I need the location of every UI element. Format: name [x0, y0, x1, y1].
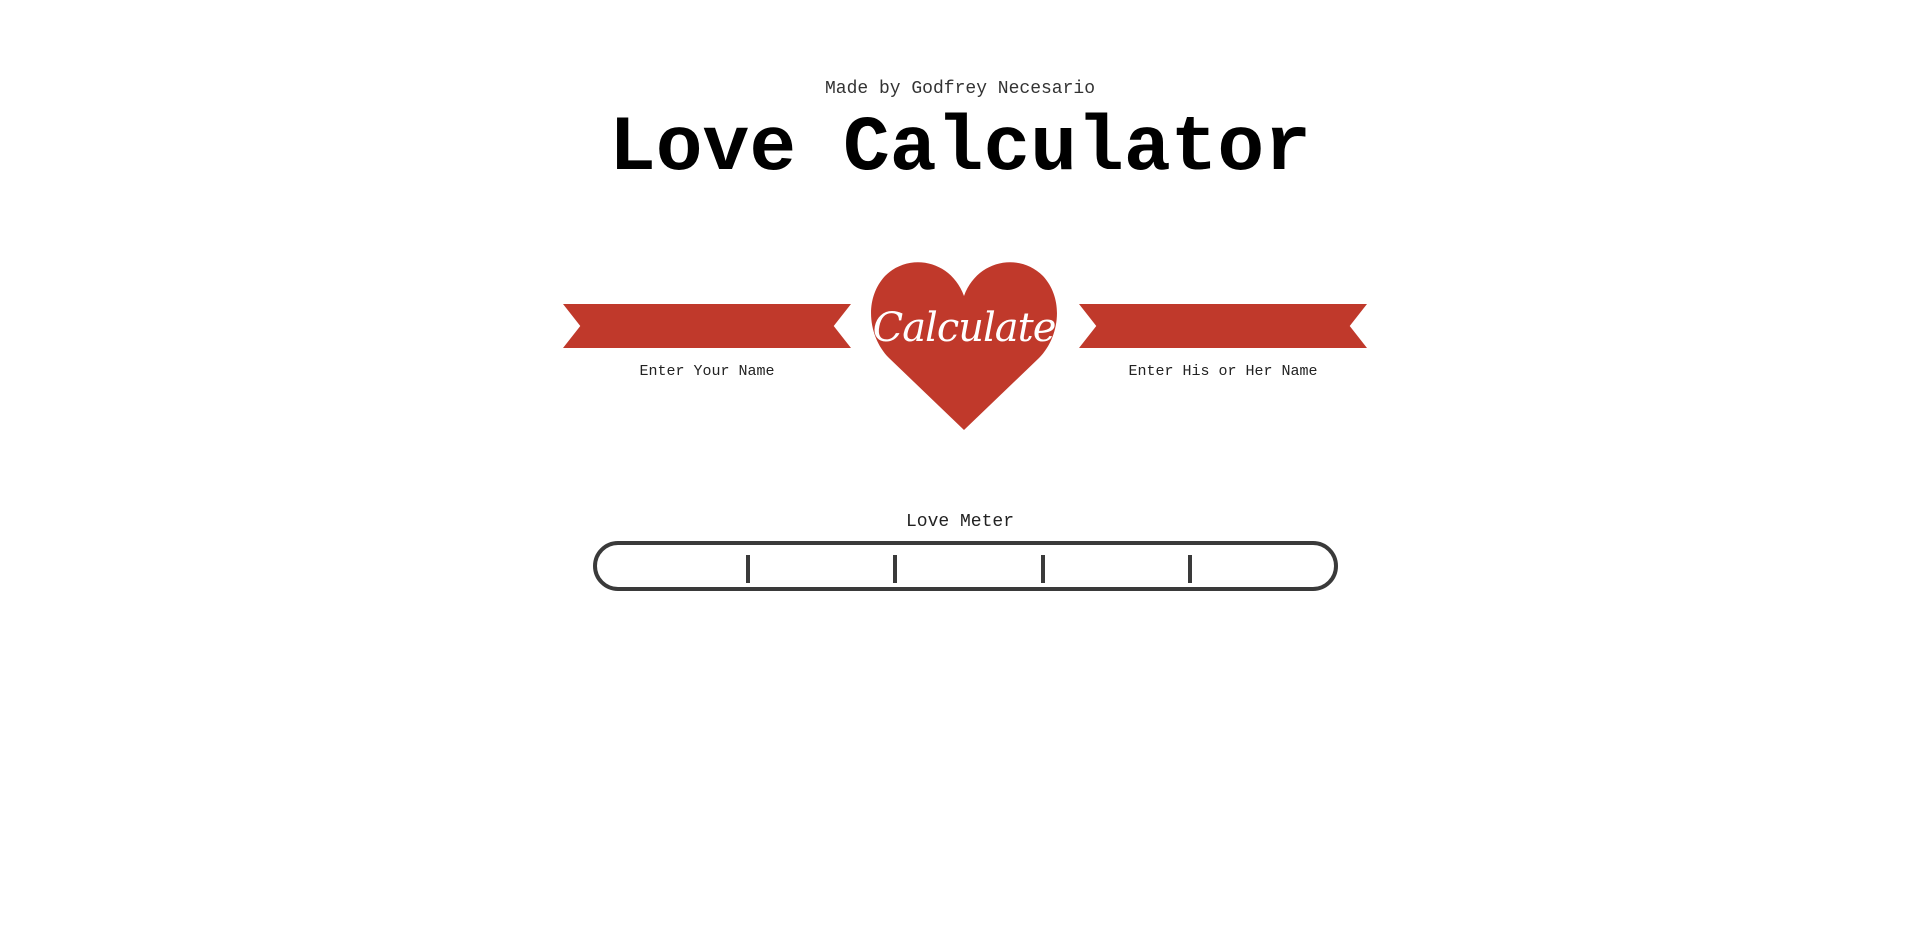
calculate-label: Calculate [872, 305, 1057, 351]
love-meter-label: Love Meter [905, 512, 1015, 532]
meter-tick [1188, 555, 1192, 583]
meter-tick [893, 555, 897, 583]
their-name-ribbon [1079, 304, 1367, 348]
meter-tick [1041, 555, 1045, 583]
love-meter [593, 541, 1338, 591]
their-name-label: Enter His or Her Name [1128, 363, 1318, 380]
their-name-input[interactable] [1101, 304, 1345, 348]
your-name-input[interactable] [585, 304, 829, 348]
credit-text: Made by Godfrey Necesario [824, 79, 1096, 99]
your-name-label: Enter Your Name [639, 363, 775, 380]
your-name-ribbon [563, 304, 851, 348]
page-title: Love Calculator [608, 105, 1312, 193]
meter-tick [746, 555, 750, 583]
calculate-button[interactable]: Calculate [871, 258, 1057, 430]
